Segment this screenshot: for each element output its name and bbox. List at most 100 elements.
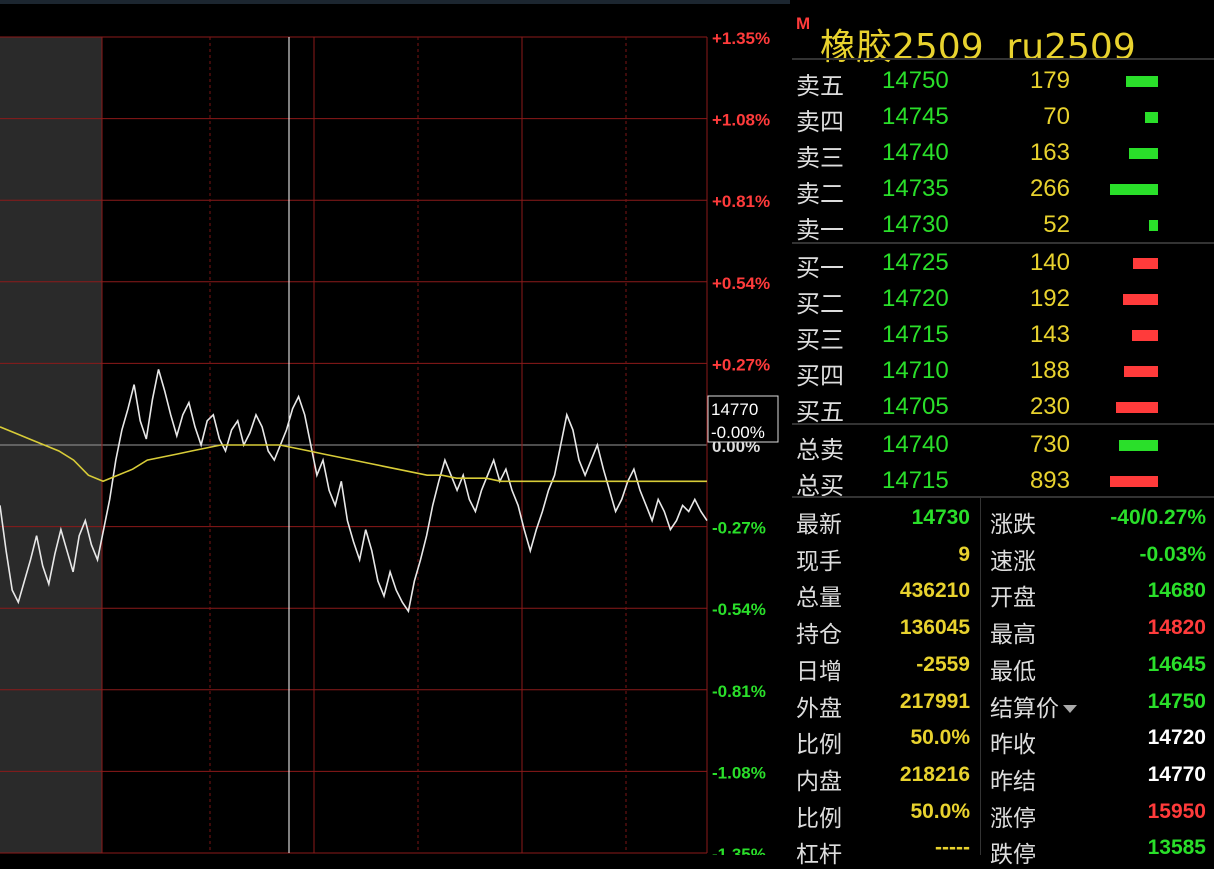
stat-row: 最高 14820	[986, 610, 1214, 649]
stat-value: -----	[935, 836, 970, 860]
stat-label: 最低	[990, 658, 1036, 685]
volume-bar	[1145, 112, 1158, 123]
ask-level[interactable]: 卖五 14750 179	[792, 62, 1214, 100]
stat-label: 最高	[990, 622, 1036, 649]
y-tick-label: +1.08%	[712, 111, 770, 130]
level-volume: 179	[1029, 67, 1070, 94]
instrument-title: M 橡胶2509 ru2509	[792, 8, 1214, 68]
y-tick-label: +0.54%	[712, 274, 770, 293]
total-level[interactable]: 总卖 14740 730	[792, 426, 1214, 464]
volume-bar	[1110, 184, 1158, 195]
chart-canvas: +1.35%+1.08%+0.81%+0.54%+0.27%0.00%-0.27…	[0, 0, 790, 855]
stat-label: 总量	[796, 585, 842, 612]
stat-row: 昨结 14770	[986, 757, 1214, 795]
bid-level[interactable]: 买四 14710 188	[792, 352, 1214, 390]
stat-value: -0.03%	[1139, 542, 1206, 566]
divider	[792, 58, 1214, 60]
level-label: 卖二	[796, 180, 844, 208]
level-label: 买五	[796, 398, 844, 426]
stat-value: 13585	[1147, 836, 1206, 860]
stat-value: -40/0.27%	[1110, 506, 1206, 529]
stat-label: 持仓	[796, 622, 842, 649]
stat-value: 15950	[1147, 799, 1206, 823]
stat-row: 涨停 15950	[986, 794, 1214, 832]
level-price: 14735	[882, 175, 949, 202]
level-label: 总卖	[796, 436, 844, 464]
stat-value: 14820	[1147, 616, 1206, 640]
stat-label: 开盘	[990, 585, 1036, 612]
stat-row: 持仓 136045	[792, 610, 978, 649]
stat-value: 218216	[899, 762, 970, 786]
volume-bar	[1119, 440, 1158, 451]
y-tick-label: +0.81%	[712, 192, 770, 211]
stat-row: 内盘 218216	[792, 757, 978, 795]
level-price: 14745	[882, 103, 949, 130]
level-price: 14720	[882, 285, 949, 312]
stat-row: 比例 50.0%	[792, 794, 978, 832]
divider	[792, 496, 1214, 498]
stat-value: 50.0%	[910, 726, 970, 750]
stat-row: 杠杆 -----	[792, 830, 978, 869]
volume-bar	[1149, 220, 1158, 231]
ask-level[interactable]: 卖三 14740 163	[792, 134, 1214, 172]
chevron-down-icon[interactable]	[1063, 705, 1077, 713]
level-price: 14740	[882, 431, 949, 458]
stat-value: 50.0%	[910, 799, 970, 823]
total-level[interactable]: 总买 14715 893	[792, 462, 1214, 500]
volume-bar	[1126, 76, 1158, 87]
stat-row: 速涨 -0.03%	[986, 537, 1214, 575]
level-volume: 140	[1029, 249, 1070, 276]
stat-row: 外盘 217991	[792, 684, 978, 722]
level-volume: 192	[1029, 285, 1070, 312]
level-price: 14710	[882, 357, 949, 384]
stat-label[interactable]: 结算价	[990, 689, 1077, 723]
stat-label: 比例	[796, 805, 842, 832]
y-tick-label: +1.35%	[712, 29, 770, 48]
ask-level[interactable]: 卖四 14745 70	[792, 98, 1214, 136]
intraday-chart[interactable]: +1.35% +1.08% +0.81% +0.54% +0.27% 0.00% -0.27…	[0, 0, 790, 855]
cursor-price: 14770	[711, 400, 758, 419]
column-divider	[980, 497, 981, 855]
stat-label: 比例	[796, 732, 842, 759]
level-price: 14715	[882, 467, 949, 494]
level-volume: 893	[1029, 467, 1070, 494]
stat-value: 14680	[1147, 579, 1206, 603]
ask-level[interactable]: 卖二 14735 266	[792, 170, 1214, 208]
stat-label: 日增	[796, 658, 842, 685]
level-label: 买四	[796, 362, 844, 390]
level-price: 14705	[882, 393, 949, 420]
stat-label: 跌停	[990, 842, 1036, 869]
level-label: 卖三	[796, 144, 844, 172]
stat-value: 9	[958, 542, 970, 566]
level-price: 14715	[882, 321, 949, 348]
level-volume: 730	[1029, 431, 1070, 458]
level-volume: 266	[1029, 175, 1070, 202]
stat-row: 结算价 14750	[986, 684, 1214, 723]
y-tick-label: -0.54%	[712, 600, 766, 619]
level-label: 卖四	[796, 108, 844, 136]
volume-bar	[1116, 402, 1158, 413]
bid-level[interactable]: 买二 14720 192	[792, 280, 1214, 318]
stat-row: 开盘 14680	[986, 573, 1214, 612]
level-price: 14740	[882, 139, 949, 166]
divider	[792, 423, 1214, 425]
stat-value: 14645	[1147, 652, 1206, 676]
stat-value: 217991	[899, 689, 970, 713]
bid-level[interactable]: 买三 14715 143	[792, 316, 1214, 354]
level-price: 14725	[882, 249, 949, 276]
stat-label: 杠杆	[796, 842, 842, 869]
price-line	[0, 369, 708, 614]
stat-label: 昨结	[990, 768, 1036, 795]
volume-bar	[1124, 366, 1158, 377]
volume-bar	[1123, 294, 1158, 305]
level-volume: 163	[1029, 139, 1070, 166]
bid-level[interactable]: 买五 14705 230	[792, 388, 1214, 426]
stat-value: 14720	[1147, 726, 1206, 750]
level-label: 买三	[796, 326, 844, 354]
y-tick-label: -1.35%	[712, 845, 766, 855]
stat-label: 最新	[796, 512, 842, 538]
ask-level[interactable]: 卖一 14730 52	[792, 206, 1214, 244]
bid-level[interactable]: 买一 14725 140	[792, 244, 1214, 282]
level-label: 卖五	[796, 72, 844, 100]
stat-row: 总量 436210	[792, 573, 978, 612]
